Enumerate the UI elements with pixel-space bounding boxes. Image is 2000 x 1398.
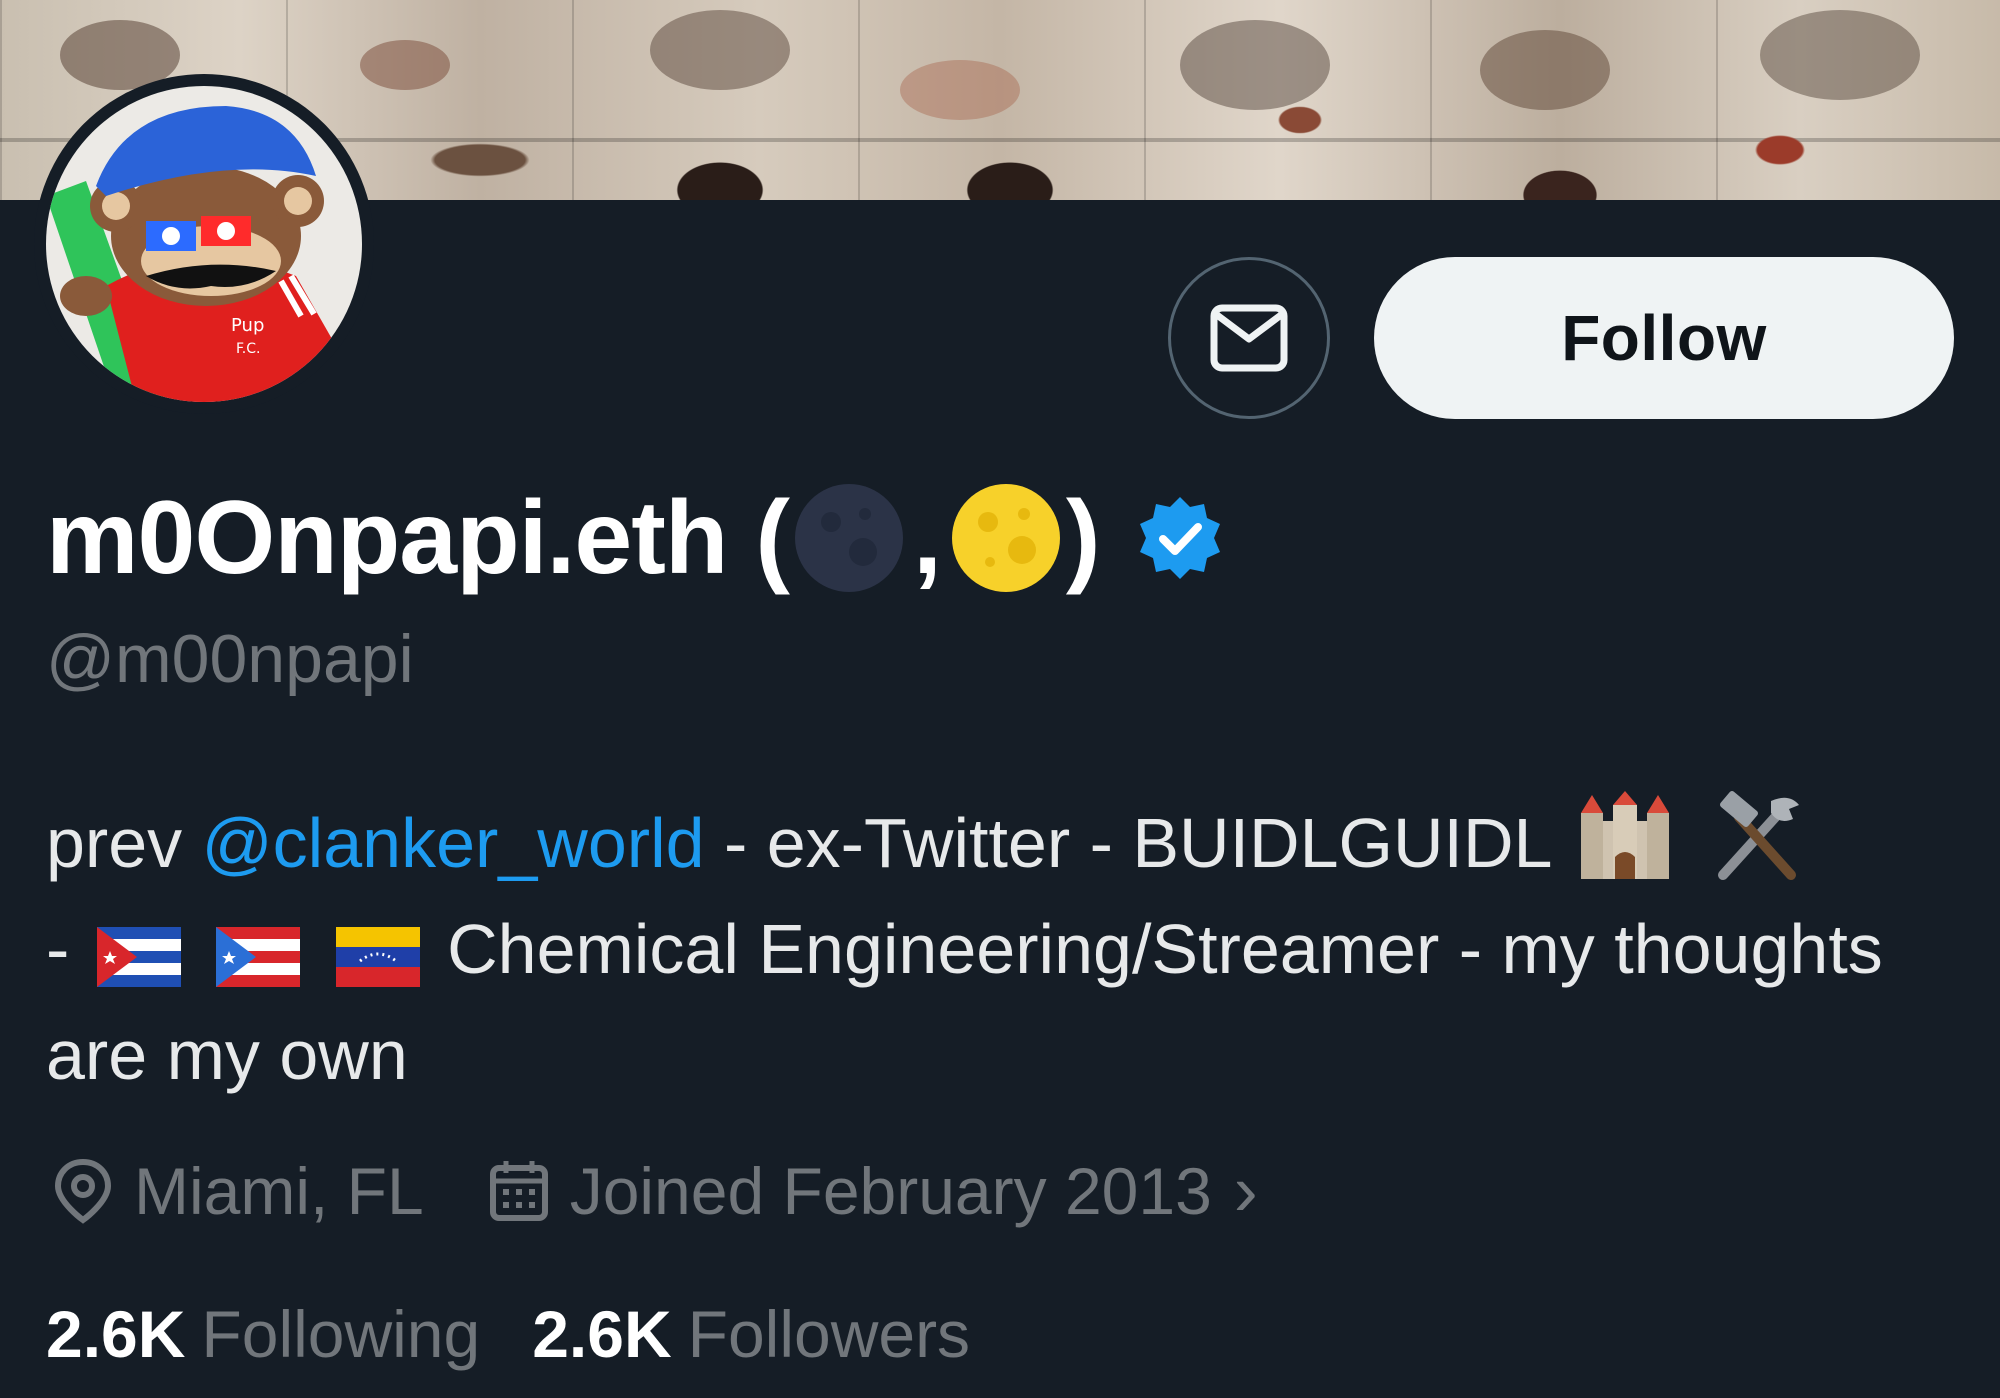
name-comma: , xyxy=(912,479,942,596)
profile-bio: prev @clanker_world - ex-Twitter - BUIDL… xyxy=(46,790,1946,1108)
location-pin-icon xyxy=(54,1158,112,1224)
bio-prefix: prev xyxy=(46,804,202,882)
following-label: Following xyxy=(201,1297,481,1371)
joined-date-link[interactable]: Joined February 2013 › xyxy=(488,1150,1258,1232)
bio-mention-link[interactable]: @clanker_world xyxy=(202,804,705,882)
avatar-text-1: Pup xyxy=(231,315,264,336)
display-name-row: m0Onpapi.eth ( , ) xyxy=(46,478,1225,598)
joined-text: Joined February 2013 xyxy=(569,1154,1212,1228)
full-moon-emoji xyxy=(951,484,1060,592)
chevron-right-icon: › xyxy=(1233,1151,1258,1231)
hammer-and-wrench-emoji xyxy=(1717,791,1799,880)
cuba-flag xyxy=(96,927,181,987)
verified-badge-icon[interactable] xyxy=(1135,493,1225,583)
calendar-icon xyxy=(489,1161,548,1221)
followers-link[interactable]: 2.6K Followers xyxy=(532,1296,970,1372)
envelope-icon xyxy=(1210,304,1288,372)
profile-avatar[interactable]: Pup F.C. xyxy=(34,74,374,414)
profile-stats: 2.6K Following 2.6K Followers xyxy=(46,1296,1022,1372)
new-moon-emoji xyxy=(794,484,903,592)
message-button[interactable] xyxy=(1168,257,1330,419)
following-link[interactable]: 2.6K Following xyxy=(46,1296,480,1372)
avatar-image: Pup F.C. xyxy=(46,86,362,402)
followers-label: Followers xyxy=(687,1297,971,1371)
follow-button[interactable]: Follow xyxy=(1374,257,1954,419)
castle-emoji xyxy=(1581,791,1670,879)
location-text: Miami, FL xyxy=(134,1154,424,1228)
location-item: Miami, FL xyxy=(52,1153,424,1229)
venezuela-flag xyxy=(335,927,420,987)
puerto-rico-flag xyxy=(216,927,301,987)
profile-handle: @m00npapi xyxy=(46,621,414,697)
profile-meta: Miami, FL Joined February 2013 › xyxy=(52,1150,1322,1232)
bio-segment-2: Chemical Engineering/Streamer - my thoug… xyxy=(46,910,1883,1094)
bio-line2-dash: - xyxy=(46,910,89,988)
followers-count: 2.6K xyxy=(532,1297,672,1371)
bio-segment-1: - ex-Twitter - BUIDLGUIDL xyxy=(704,804,1550,882)
display-name: m0Onpapi.eth ( xyxy=(46,479,790,596)
name-close-paren: ) xyxy=(1065,479,1101,596)
following-count: 2.6K xyxy=(46,1297,186,1371)
avatar-text-2: F.C. xyxy=(236,341,260,357)
